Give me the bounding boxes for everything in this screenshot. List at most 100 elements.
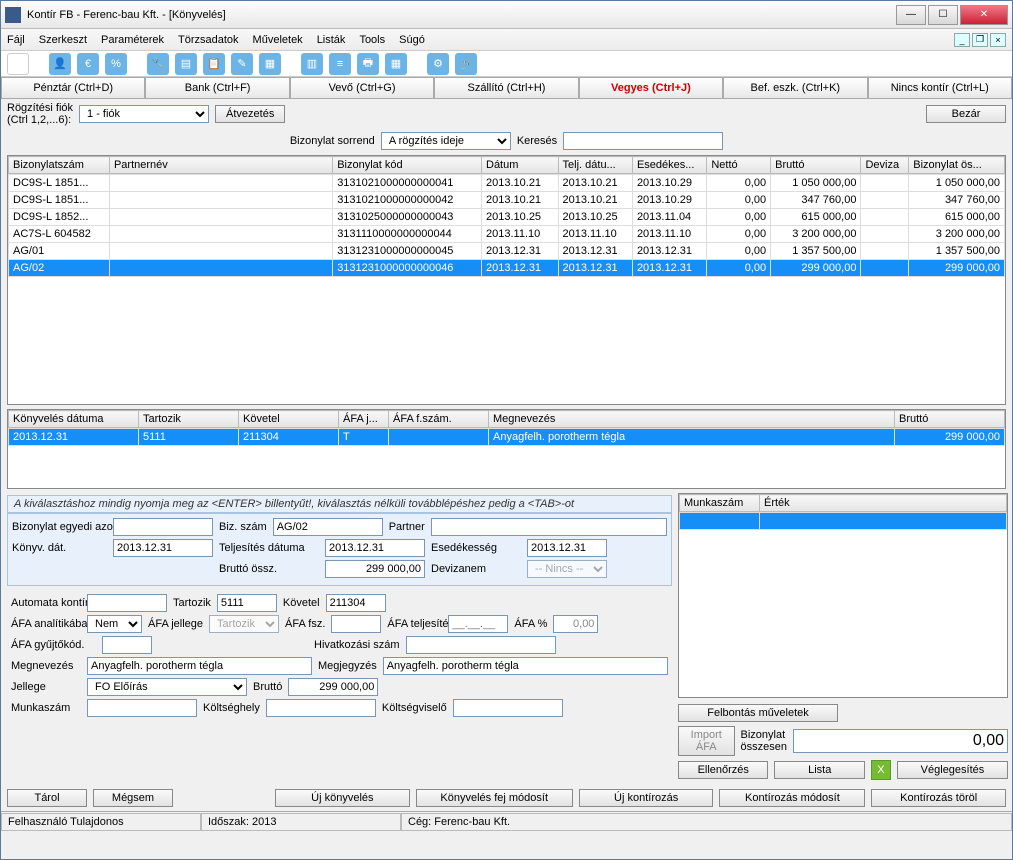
column-header[interactable]: Nettó — [707, 157, 771, 174]
tab-nincs[interactable]: Nincs kontír (Ctrl+L) — [868, 77, 1012, 98]
tarol-button[interactable]: Tárol — [7, 789, 87, 807]
table-row[interactable]: 2013.12.315111211304TAnyagfelh. porother… — [9, 429, 1005, 446]
munkaszam-col[interactable]: Munkaszám — [680, 495, 760, 512]
biz-szam-input[interactable] — [273, 518, 383, 536]
percent-icon[interactable]: % — [105, 53, 127, 75]
close-button[interactable]: ✕ — [960, 5, 1008, 25]
table-row[interactable]: AG/0231312310000000000462013.12.312013.1… — [9, 260, 1005, 277]
uj-konyveles-button[interactable]: Új könyvelés — [275, 789, 410, 807]
hiv-szam-input[interactable] — [406, 636, 556, 654]
tab-bank[interactable]: Bank (Ctrl+F) — [145, 77, 289, 98]
konyveles-fej-modosit-button[interactable]: Könyvelés fej módosít — [416, 789, 573, 807]
tab-befeszk[interactable]: Bef. eszk. (Ctrl+K) — [723, 77, 867, 98]
maximize-button[interactable]: ☐ — [928, 5, 958, 25]
edit-icon[interactable]: ✎ — [231, 53, 253, 75]
uj-kontirozas-button[interactable]: Új kontírozás — [579, 789, 714, 807]
mdi-close-button[interactable]: × — [990, 33, 1006, 47]
biz-egyedi-input[interactable] — [113, 518, 213, 536]
jellege-select[interactable]: FO Előírás — [87, 678, 247, 696]
minimize-button[interactable]: — — [896, 5, 926, 25]
table-row[interactable]: DC9S-L 1851...31310210000000000412013.10… — [9, 175, 1005, 192]
menu-muveletek[interactable]: Műveletek — [253, 34, 303, 46]
brutto-ossz-input[interactable] — [325, 560, 425, 578]
kontirozas-torol-button[interactable]: Kontírozás töröl — [871, 789, 1006, 807]
atvezetes-button[interactable]: Átvezetés — [215, 105, 285, 123]
chart-icon[interactable]: ▥ — [301, 53, 323, 75]
munkaszam-input[interactable] — [87, 699, 197, 717]
menu-parameterek[interactable]: Paraméterek — [101, 34, 164, 46]
afa-anal-select[interactable]: Nem — [87, 615, 142, 633]
link-icon[interactable]: 🔗 — [455, 53, 477, 75]
kovetel-input[interactable] — [326, 594, 386, 612]
konyv-dat-input[interactable] — [113, 539, 213, 557]
brutto-input[interactable] — [288, 678, 378, 696]
menu-tools[interactable]: Tools — [359, 34, 385, 46]
tab-vegyes[interactable]: Vegyes (Ctrl+J) — [579, 77, 723, 98]
koltseghely-input[interactable] — [266, 699, 376, 717]
menu-torzsadatok[interactable]: Törzsadatok — [178, 34, 239, 46]
kereses-input[interactable] — [563, 132, 723, 150]
veglegesites-button[interactable]: Véglegesítés — [897, 761, 1008, 779]
column-header[interactable]: Dátum — [482, 157, 559, 174]
folder-icon[interactable] — [7, 53, 29, 75]
biz-sorrend-select[interactable]: A rögzítés ideje — [381, 132, 511, 150]
excel-icon[interactable]: X — [871, 760, 891, 780]
ellenorzes-button[interactable]: Ellenőrzés — [678, 761, 768, 779]
megjegyzes-input[interactable] — [383, 657, 668, 675]
tab-vevo[interactable]: Vevő (Ctrl+G) — [290, 77, 434, 98]
table-row[interactable] — [680, 513, 1007, 530]
column-header[interactable]: Esedékes... — [632, 157, 706, 174]
euro-icon[interactable]: € — [77, 53, 99, 75]
calculator-icon[interactable]: ▦ — [259, 53, 281, 75]
felbontas-button[interactable]: Felbontás műveletek — [678, 704, 838, 722]
column-header[interactable]: Bruttó — [771, 157, 861, 174]
user-icon[interactable]: 👤 — [49, 53, 71, 75]
mdi-restore-button[interactable]: ❐ — [972, 33, 988, 47]
column-header[interactable]: Bizonylat kód — [333, 157, 482, 174]
column-header[interactable]: Könyvelés dátuma — [9, 411, 139, 428]
print-icon[interactable]: 🖶 — [357, 53, 379, 75]
menu-fajl[interactable]: Fájl — [7, 34, 25, 46]
afa-gyujto-input[interactable] — [102, 636, 152, 654]
table-row[interactable]: AC7S-L 60458231311100000000000442013.11.… — [9, 226, 1005, 243]
esed-input[interactable] — [527, 539, 607, 557]
column-header[interactable]: Bruttó — [895, 411, 1005, 428]
table-row[interactable]: DC9S-L 1852...31310250000000000432013.10… — [9, 209, 1005, 226]
clipboard-icon[interactable]: 📋 — [203, 53, 225, 75]
telj-dat-input[interactable] — [325, 539, 425, 557]
column-header[interactable]: Követel — [239, 411, 339, 428]
tab-szallito[interactable]: Szállító (Ctrl+H) — [434, 77, 578, 98]
mdi-minimize-button[interactable]: _ — [954, 33, 970, 47]
settings-icon[interactable]: ⚙ — [427, 53, 449, 75]
table-row[interactable]: AG/0131312310000000000452013.12.312013.1… — [9, 243, 1005, 260]
column-header[interactable]: Megnevezés — [489, 411, 895, 428]
column-header[interactable]: ÁFA j... — [339, 411, 389, 428]
column-header[interactable]: Telj. dátu... — [558, 157, 632, 174]
column-header[interactable]: Partnernév — [109, 157, 332, 174]
kontirozas-modosit-button[interactable]: Kontírozás módosít — [719, 789, 865, 807]
menu-listak[interactable]: Listák — [317, 34, 346, 46]
megnevezes-input[interactable] — [87, 657, 312, 675]
column-header[interactable]: Bizonylatszám — [9, 157, 110, 174]
afa-fsz-input[interactable] — [331, 615, 381, 633]
bezar-button[interactable]: Bezár — [926, 105, 1006, 123]
table-row[interactable]: DC9S-L 1851...31310210000000000422013.10… — [9, 192, 1005, 209]
automata-input[interactable] — [87, 594, 167, 612]
rogzitesi-fiok-select[interactable]: 1 - fiók — [79, 105, 209, 123]
menu-sugo[interactable]: Súgó — [399, 34, 425, 46]
koltsegviselo-input[interactable] — [453, 699, 563, 717]
column-header[interactable]: Bizonylat ös... — [909, 157, 1005, 174]
list-icon[interactable]: ≡ — [329, 53, 351, 75]
tartozik-input[interactable] — [217, 594, 277, 612]
partner-input[interactable] — [431, 518, 667, 536]
document-icon[interactable]: ▤ — [175, 53, 197, 75]
ertek-col[interactable]: Érték — [760, 495, 1007, 512]
megsem-button[interactable]: Mégsem — [93, 789, 173, 807]
wrench-icon[interactable]: 🔧 — [147, 53, 169, 75]
column-header[interactable]: Tartozik — [139, 411, 239, 428]
column-header[interactable]: Deviza — [861, 157, 909, 174]
table-icon[interactable]: ▦ — [385, 53, 407, 75]
menu-szerkeszt[interactable]: Szerkeszt — [39, 34, 87, 46]
tab-penztar[interactable]: Pénztár (Ctrl+D) — [1, 77, 145, 98]
afa-telj-input[interactable] — [448, 615, 508, 633]
